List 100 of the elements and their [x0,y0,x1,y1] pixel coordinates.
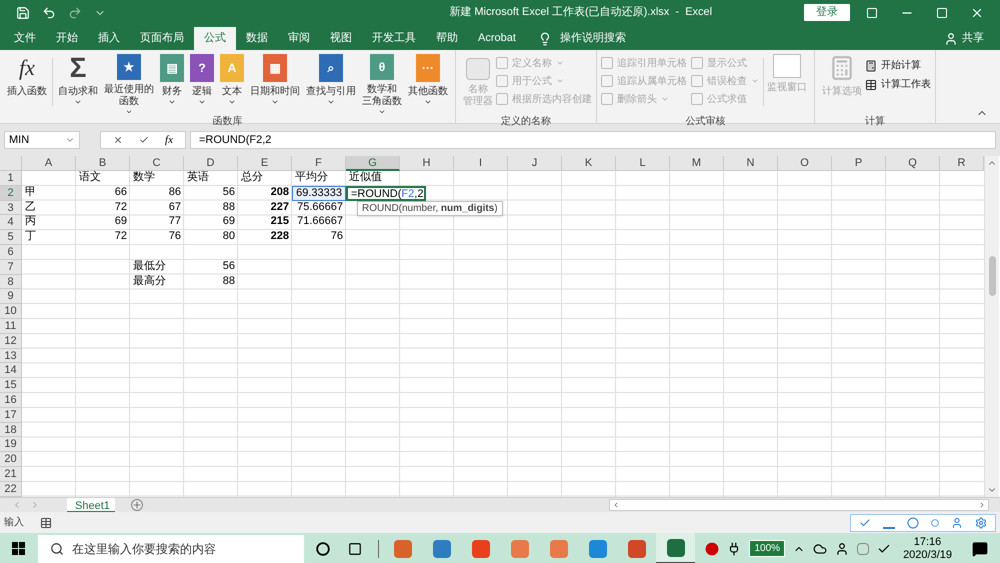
row-header[interactable]: 8 [0,274,22,290]
column-header[interactable]: N [724,156,778,171]
column-header[interactable]: Q [886,156,940,171]
windows-start-icon[interactable] [12,542,25,555]
ribbon-tab[interactable]: 审阅 [278,27,320,50]
column-header[interactable]: E [238,156,292,171]
column-header[interactable]: D [184,156,238,171]
row-header[interactable]: 7 [0,260,22,275]
ribbon-tab[interactable]: Acrobat [468,27,526,50]
person-icon[interactable] [951,516,963,528]
ribbon-tab[interactable]: 页面布局 [130,27,194,50]
row-header[interactable]: 12 [0,334,22,349]
function-category-icon: ▦ [263,54,287,82]
row-header[interactable]: 15 [0,378,22,393]
row-header[interactable]: 19 [0,437,22,452]
formula-field[interactable]: =ROUND(F2,2 [190,131,996,149]
column-header[interactable]: O [778,156,832,171]
row-header[interactable]: 18 [0,422,22,438]
battery-indicator[interactable]: 100% [749,540,786,557]
row-header[interactable]: 3 [0,200,22,216]
ribbon-button[interactable]: ··· 其他函数 [405,54,451,116]
column-header[interactable]: G [346,156,400,171]
column-header[interactable]: M [670,156,724,171]
column-header[interactable]: C [130,156,184,171]
ribbon-button[interactable]: ▤ 财务 [157,54,187,116]
table-cell-text: 215 [270,215,290,230]
clock[interactable]: 17:16 2020/3/19 [903,536,952,562]
row-header[interactable]: 13 [0,348,22,364]
settings-icon[interactable] [975,516,987,528]
ribbon-tab[interactable]: 数据 [236,27,278,50]
row-header[interactable]: 17 [0,408,22,423]
column-header[interactable]: P [832,156,886,171]
row-header[interactable]: 10 [0,304,22,319]
cloud-icon[interactable] [813,542,828,556]
ribbon-button[interactable]: A 文本 [217,54,247,116]
column-header[interactable]: B [76,156,130,171]
row-header[interactable]: 14 [0,363,22,378]
vertical-scrollbar[interactable] [984,156,999,497]
window-title: 新建 Microsoft Excel 工作表(已自动还原).xlsx - Excel [448,4,714,20]
function-icon: fx [19,54,35,82]
task-view-icon[interactable] [348,542,362,556]
scroll-thumb[interactable] [988,256,996,296]
macro-record-icon[interactable] [40,516,52,528]
row-header[interactable]: 6 [0,244,22,260]
taskbar-search-field[interactable]: 在这里输入你要搜索的内容 [38,534,304,562]
ribbon-tab[interactable]: 视图 [320,27,362,50]
save-icon[interactable] [16,6,30,20]
row-header[interactable]: 16 [0,392,22,408]
column-header[interactable]: J [508,156,562,171]
ribbon-tab[interactable]: 公式 [194,27,236,50]
tell-me-search[interactable]: 操作说明搜索 [538,27,626,50]
scroll-left-icon[interactable] [612,501,620,509]
ribbon-tab[interactable]: 开始 [46,27,88,50]
ribbon-button[interactable]: Σ 自动求和 [55,54,101,116]
ribbon-button[interactable]: ▦ 日期和时间 [247,54,303,116]
ribbon-tab[interactable]: 开发工具 [362,27,426,50]
undo-icon[interactable] [42,6,56,20]
ribbon-tab[interactable]: 帮助 [426,27,468,50]
ribbon-tab[interactable]: 文件 [4,27,46,50]
table-cell-text: 总分 [240,171,264,185]
name-box[interactable]: MIN [4,131,80,149]
restore-icon[interactable] [936,6,948,18]
ribbon-button[interactable]: ★ 最近使用的 函数 [101,54,157,116]
column-header[interactable]: H [400,156,454,171]
add-sheet-icon[interactable] [131,499,143,511]
row-header[interactable]: 5 [0,230,22,245]
horizontal-scrollbar[interactable] [609,499,989,511]
table-cell-text: 77 [168,215,182,230]
signin-button[interactable]: 登录 [804,4,850,21]
row-header[interactable]: 22 [0,482,22,497]
ribbon-tab[interactable]: 插入 [88,27,130,50]
share-button[interactable]: 共享 [944,27,984,50]
row-header[interactable]: 9 [0,289,22,304]
taskbar-app[interactable] [656,533,695,563]
row-header[interactable]: 20 [0,452,22,467]
ribbon-display-icon[interactable] [866,6,878,18]
table-cell-text: 80 [222,230,236,244]
row-header[interactable]: 4 [0,215,22,230]
column-header[interactable]: K [562,156,616,171]
ribbon-small-button[interactable]: 计算工作表 [865,77,931,92]
column-header[interactable]: A [22,156,76,171]
ribbon-button[interactable]: ⌕ 查找与引用 [303,54,359,116]
row-header[interactable]: 11 [0,318,22,334]
row-header[interactable]: 21 [0,466,22,482]
notification-icon[interactable] [972,540,988,556]
insert-function-button[interactable]: fx [165,132,173,148]
row-header[interactable]: 2 [0,186,22,201]
cortana-icon[interactable] [316,542,330,556]
input-method-icon[interactable] [857,542,870,554]
scroll-right-icon[interactable] [978,501,986,509]
column-header[interactable]: L [616,156,670,171]
sheet-tab[interactable]: Sheet1 [67,498,115,512]
tray-app-icon[interactable] [705,542,720,556]
ribbon-button[interactable]: ? 逻辑 [187,54,217,116]
ribbon-small-button[interactable]: 开始计算 [865,58,931,73]
ribbon-button[interactable]: θ 数学和 三角函数 [359,54,405,116]
ribbon-button[interactable]: fx 插入函数 [4,54,50,116]
row-header[interactable]: 1 [0,171,22,186]
column-header[interactable]: I [454,156,508,171]
cell-editor[interactable]: =ROUND(F2,2 [346,186,426,201]
